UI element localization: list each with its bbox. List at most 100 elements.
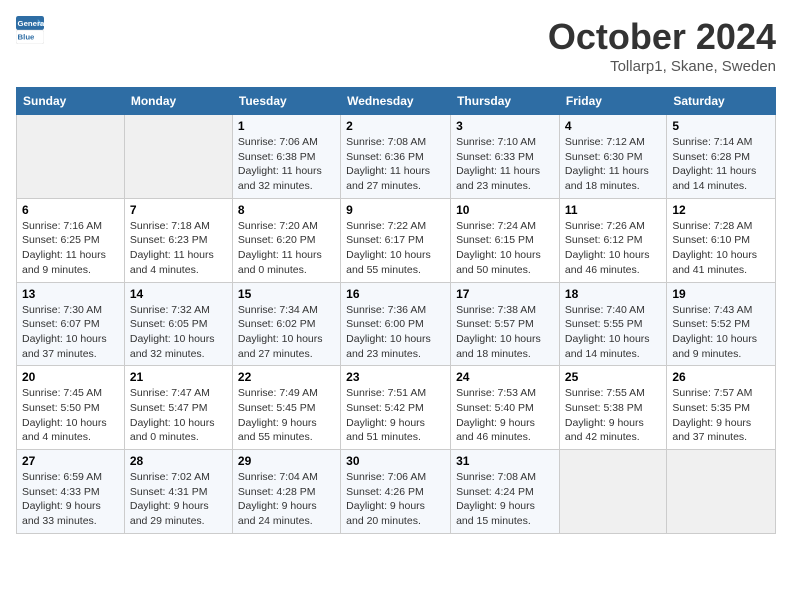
day-detail: Sunrise: 7:02 AMSunset: 4:31 PMDaylight:… bbox=[130, 470, 227, 529]
day-detail: Sunrise: 7:49 AMSunset: 5:45 PMDaylight:… bbox=[238, 386, 335, 445]
calendar-cell: 17Sunrise: 7:38 AMSunset: 5:57 PMDayligh… bbox=[451, 282, 560, 366]
title-block: October 2024 Tollarp1, Skane, Sweden bbox=[548, 16, 776, 75]
calendar-cell: 4 Sunrise: 7:12 AMSunset: 6:30 PMDaylight… bbox=[559, 115, 666, 199]
weekday-header: Sunday bbox=[17, 88, 125, 115]
calendar-cell: 9 Sunrise: 7:22 AMSunset: 6:17 PMDaylight… bbox=[341, 198, 451, 282]
calendar-cell bbox=[559, 450, 666, 534]
calendar-title: October 2024 bbox=[548, 16, 776, 58]
day-detail: Sunrise: 7:04 AMSunset: 4:28 PMDaylight:… bbox=[238, 470, 335, 529]
day-detail: Sunrise: 7:45 AMSunset: 5:50 PMDaylight:… bbox=[22, 386, 119, 445]
calendar-cell: 25 Sunrise: 7:55 AMSunset: 5:38 PMDayligh… bbox=[559, 366, 666, 450]
calendar-cell: 26 Sunrise: 7:57 AMSunset: 5:35 PMDayligh… bbox=[667, 366, 776, 450]
calendar-cell bbox=[17, 115, 125, 199]
day-number: 3 bbox=[456, 119, 554, 133]
weekday-header: Tuesday bbox=[232, 88, 340, 115]
day-number: 19 bbox=[672, 287, 770, 301]
day-detail: Sunrise: 7:22 AMSunset: 6:17 PMDaylight:… bbox=[346, 219, 445, 278]
calendar-subtitle: Tollarp1, Skane, Sweden bbox=[548, 58, 776, 75]
day-detail: Sunrise: 7:10 AMSunset: 6:33 PMDaylight:… bbox=[456, 135, 554, 194]
day-detail: Sunrise: 7:55 AMSunset: 5:38 PMDaylight:… bbox=[565, 386, 661, 445]
day-number: 4 bbox=[565, 119, 661, 133]
day-number: 28 bbox=[130, 454, 227, 468]
day-detail: Sunrise: 7:06 AMSunset: 6:38 PMDaylight:… bbox=[238, 135, 335, 194]
calendar-cell: 12 Sunrise: 7:28 AMSunset: 6:10 PMDayligh… bbox=[667, 198, 776, 282]
day-number: 2 bbox=[346, 119, 445, 133]
day-detail: Sunrise: 7:57 AMSunset: 5:35 PMDaylight:… bbox=[672, 386, 770, 445]
calendar-cell: 6 Sunrise: 7:16 AMSunset: 6:25 PMDaylight… bbox=[17, 198, 125, 282]
day-number: 12 bbox=[672, 203, 770, 217]
weekday-header: Saturday bbox=[667, 88, 776, 115]
day-number: 9 bbox=[346, 203, 445, 217]
calendar-cell: 24 Sunrise: 7:53 AMSunset: 5:40 PMDayligh… bbox=[451, 366, 560, 450]
day-detail: Sunrise: 7:16 AMSunset: 6:25 PMDaylight:… bbox=[22, 219, 119, 278]
calendar-cell: 2 Sunrise: 7:08 AMSunset: 6:36 PMDaylight… bbox=[341, 115, 451, 199]
day-number: 8 bbox=[238, 203, 335, 217]
day-detail: Sunrise: 7:26 AMSunset: 6:12 PMDaylight:… bbox=[565, 219, 661, 278]
calendar-week-row: 1 Sunrise: 7:06 AMSunset: 6:38 PMDaylight… bbox=[17, 115, 776, 199]
weekday-header-row: SundayMondayTuesdayWednesdayThursdayFrid… bbox=[17, 88, 776, 115]
day-number: 16 bbox=[346, 287, 445, 301]
weekday-header: Friday bbox=[559, 88, 666, 115]
day-number: 20 bbox=[22, 370, 119, 384]
weekday-header: Thursday bbox=[451, 88, 560, 115]
calendar-cell: 16 Sunrise: 7:36 AMSunset: 6:00 PMDayligh… bbox=[341, 282, 451, 366]
day-number: 27 bbox=[22, 454, 119, 468]
day-detail: Sunrise: 7:53 AMSunset: 5:40 PMDaylight:… bbox=[456, 386, 554, 445]
calendar-cell: 31 Sunrise: 7:08 AMSunset: 4:24 PMDayligh… bbox=[451, 450, 560, 534]
day-detail: Sunrise: 7:47 AMSunset: 5:47 PMDaylight:… bbox=[130, 386, 227, 445]
day-number: 31 bbox=[456, 454, 554, 468]
day-detail: Sunrise: 7:08 AMSunset: 4:24 PMDaylight:… bbox=[456, 470, 554, 529]
day-number: 5 bbox=[672, 119, 770, 133]
calendar-cell bbox=[124, 115, 232, 199]
calendar-cell: 22Sunrise: 7:49 AMSunset: 5:45 PMDayligh… bbox=[232, 366, 340, 450]
calendar-cell: 13Sunrise: 7:30 AMSunset: 6:07 PMDayligh… bbox=[17, 282, 125, 366]
day-detail: Sunrise: 7:12 AMSunset: 6:30 PMDaylight:… bbox=[565, 135, 661, 194]
calendar-cell: 19Sunrise: 7:43 AMSunset: 5:52 PMDayligh… bbox=[667, 282, 776, 366]
day-number: 30 bbox=[346, 454, 445, 468]
calendar-table: SundayMondayTuesdayWednesdayThursdayFrid… bbox=[16, 87, 776, 534]
day-number: 11 bbox=[565, 203, 661, 217]
calendar-week-row: 27Sunrise: 6:59 AMSunset: 4:33 PMDayligh… bbox=[17, 450, 776, 534]
day-number: 23 bbox=[346, 370, 445, 384]
calendar-cell: 18 Sunrise: 7:40 AMSunset: 5:55 PMDayligh… bbox=[559, 282, 666, 366]
calendar-week-row: 6 Sunrise: 7:16 AMSunset: 6:25 PMDaylight… bbox=[17, 198, 776, 282]
logo-icon: General Blue bbox=[16, 16, 44, 44]
calendar-cell: 29 Sunrise: 7:04 AMSunset: 4:28 PMDayligh… bbox=[232, 450, 340, 534]
calendar-week-row: 13Sunrise: 7:30 AMSunset: 6:07 PMDayligh… bbox=[17, 282, 776, 366]
day-detail: Sunrise: 7:08 AMSunset: 6:36 PMDaylight:… bbox=[346, 135, 445, 194]
calendar-cell: 8 Sunrise: 7:20 AMSunset: 6:20 PMDaylight… bbox=[232, 198, 340, 282]
weekday-header: Wednesday bbox=[341, 88, 451, 115]
day-number: 21 bbox=[130, 370, 227, 384]
calendar-cell: 28 Sunrise: 7:02 AMSunset: 4:31 PMDayligh… bbox=[124, 450, 232, 534]
day-number: 15 bbox=[238, 287, 335, 301]
day-detail: Sunrise: 7:40 AMSunset: 5:55 PMDaylight:… bbox=[565, 303, 661, 362]
logo: General Blue bbox=[16, 16, 44, 44]
day-detail: Sunrise: 7:34 AMSunset: 6:02 PMDaylight:… bbox=[238, 303, 335, 362]
calendar-cell: 21 Sunrise: 7:47 AMSunset: 5:47 PMDayligh… bbox=[124, 366, 232, 450]
day-detail: Sunrise: 7:36 AMSunset: 6:00 PMDaylight:… bbox=[346, 303, 445, 362]
calendar-cell: 3 Sunrise: 7:10 AMSunset: 6:33 PMDaylight… bbox=[451, 115, 560, 199]
day-number: 10 bbox=[456, 203, 554, 217]
day-number: 1 bbox=[238, 119, 335, 133]
day-number: 24 bbox=[456, 370, 554, 384]
day-number: 18 bbox=[565, 287, 661, 301]
day-number: 6 bbox=[22, 203, 119, 217]
calendar-cell bbox=[667, 450, 776, 534]
day-number: 29 bbox=[238, 454, 335, 468]
day-detail: Sunrise: 7:28 AMSunset: 6:10 PMDaylight:… bbox=[672, 219, 770, 278]
day-detail: Sunrise: 7:32 AMSunset: 6:05 PMDaylight:… bbox=[130, 303, 227, 362]
day-number: 26 bbox=[672, 370, 770, 384]
calendar-cell: 14 Sunrise: 7:32 AMSunset: 6:05 PMDayligh… bbox=[124, 282, 232, 366]
day-number: 7 bbox=[130, 203, 227, 217]
calendar-cell: 27Sunrise: 6:59 AMSunset: 4:33 PMDayligh… bbox=[17, 450, 125, 534]
day-detail: Sunrise: 7:20 AMSunset: 6:20 PMDaylight:… bbox=[238, 219, 335, 278]
calendar-cell: 23 Sunrise: 7:51 AMSunset: 5:42 PMDayligh… bbox=[341, 366, 451, 450]
day-detail: Sunrise: 7:51 AMSunset: 5:42 PMDaylight:… bbox=[346, 386, 445, 445]
day-number: 25 bbox=[565, 370, 661, 384]
calendar-cell: 11 Sunrise: 7:26 AMSunset: 6:12 PMDayligh… bbox=[559, 198, 666, 282]
weekday-header: Monday bbox=[124, 88, 232, 115]
calendar-cell: 7Sunrise: 7:18 AMSunset: 6:23 PMDaylight… bbox=[124, 198, 232, 282]
day-number: 17 bbox=[456, 287, 554, 301]
calendar-cell: 5Sunrise: 7:14 AMSunset: 6:28 PMDaylight… bbox=[667, 115, 776, 199]
day-number: 14 bbox=[130, 287, 227, 301]
